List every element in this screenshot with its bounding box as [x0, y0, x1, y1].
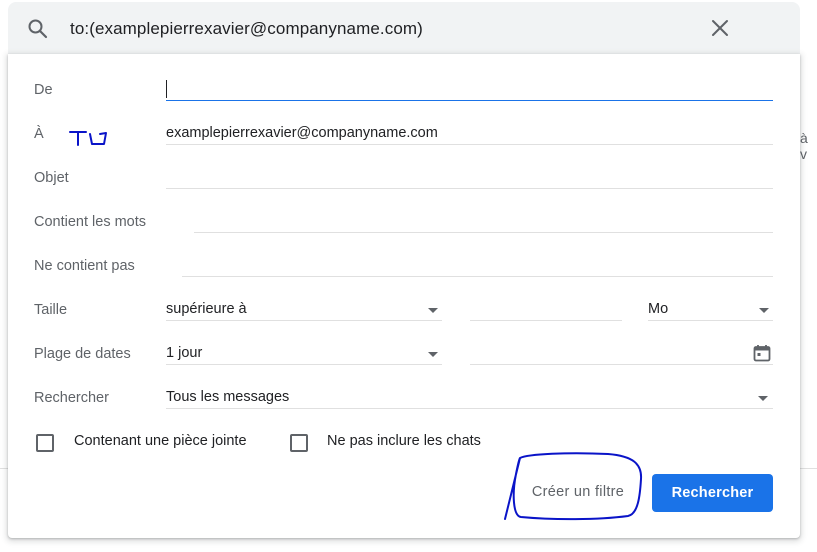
text-cursor	[166, 80, 167, 98]
date-range-select[interactable]: 1 jour	[166, 342, 442, 365]
background-divider	[800, 468, 817, 469]
exclude-chats-label: Ne pas inclure les chats	[327, 433, 481, 449]
search-icon[interactable]	[26, 17, 50, 41]
background-divider	[0, 468, 8, 469]
search-in-select[interactable]: Tous les messages	[166, 386, 773, 409]
subject-field[interactable]	[166, 166, 773, 189]
chevron-down-icon	[428, 352, 438, 357]
size-value-field[interactable]	[470, 298, 622, 321]
search-query-text[interactable]: to:(examplepierrexavier@companyname.com)	[70, 19, 423, 39]
doesnt-have-field[interactable]	[182, 254, 773, 277]
chevron-down-icon	[428, 308, 438, 313]
has-attachment-checkbox[interactable]	[36, 434, 54, 452]
to-annotation-scribble	[69, 131, 107, 146]
to-label: À	[34, 126, 44, 142]
subject-label: Objet	[34, 170, 69, 186]
search-in-label: Rechercher	[34, 390, 109, 406]
from-label: De	[34, 82, 53, 98]
exclude-chats-checkbox[interactable]	[290, 434, 308, 452]
from-field[interactable]	[166, 78, 773, 101]
date-field[interactable]	[470, 342, 773, 365]
has-words-label: Contient les mots	[34, 214, 147, 230]
advanced-search-panel: De À examplepierrexavier@companyname.com…	[8, 54, 800, 538]
to-value: examplepierrexavier@companyname.com	[166, 125, 438, 141]
calendar-icon[interactable]	[752, 343, 772, 363]
doesnt-have-label: Ne contient pas	[34, 258, 135, 274]
to-field[interactable]: examplepierrexavier@companyname.com	[166, 122, 773, 145]
search-button[interactable]: Rechercher	[652, 474, 773, 512]
background-email-snippet: à v	[800, 130, 808, 162]
date-range-label: Plage de dates	[34, 346, 131, 362]
size-label: Taille	[34, 302, 68, 318]
close-icon[interactable]	[708, 16, 732, 40]
chevron-down-icon	[758, 396, 768, 401]
size-unit-select[interactable]: Mo	[648, 298, 773, 321]
has-words-field[interactable]	[194, 210, 773, 233]
create-filter-button[interactable]: Créer un filtre	[508, 472, 648, 512]
size-operator-select[interactable]: supérieure à	[166, 298, 442, 321]
search-bar[interactable]: to:(examplepierrexavier@companyname.com)	[8, 2, 800, 54]
has-attachment-label: Contenant une pièce jointe	[74, 433, 247, 449]
chevron-down-icon	[759, 308, 769, 313]
